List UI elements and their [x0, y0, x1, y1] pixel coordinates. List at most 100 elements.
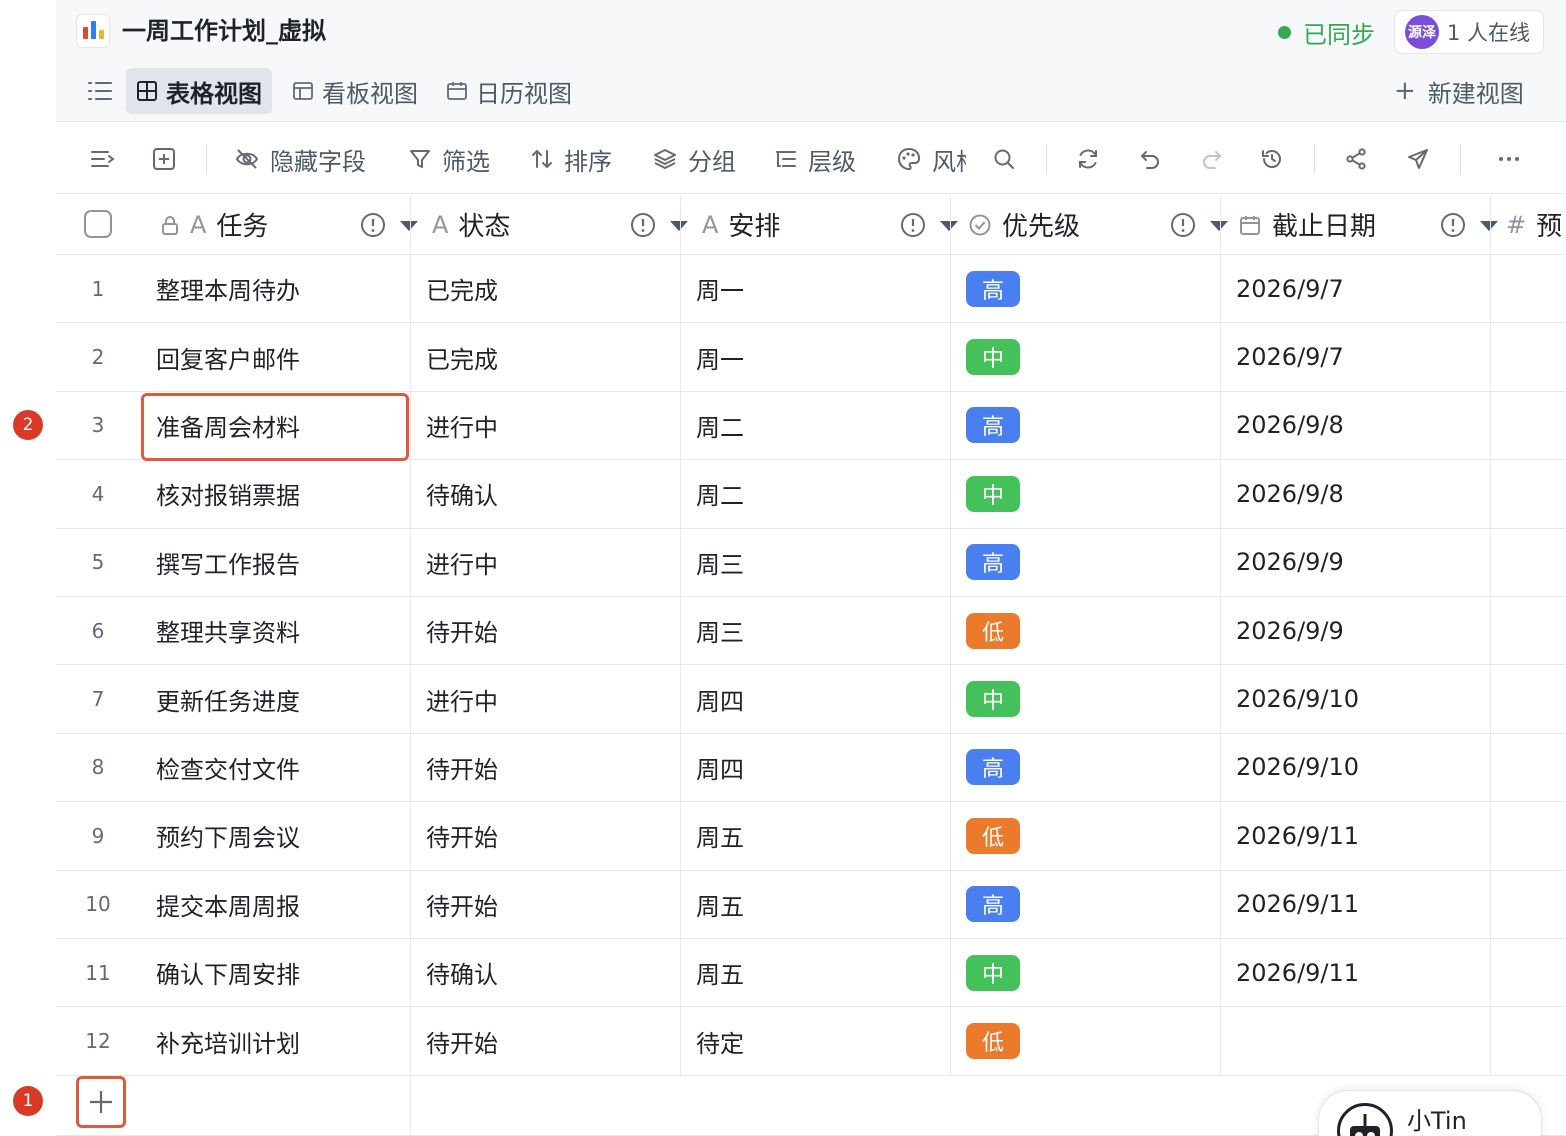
more-button[interactable] — [1496, 141, 1522, 177]
cell-status[interactable]: 已完成 — [426, 255, 676, 322]
cell-schedule[interactable]: 周一 — [696, 323, 946, 390]
cell-task[interactable]: 确认下周安排 — [156, 939, 406, 1006]
chevron-down-icon[interactable] — [938, 219, 960, 233]
cell-status[interactable]: 待确认 — [426, 939, 676, 1006]
cell-schedule[interactable]: 周二 — [696, 460, 946, 527]
table-row[interactable]: 11 确认下周安排 待确认 周五 2026/9/11 中 — [56, 939, 1566, 1008]
cell-task[interactable]: 提交本周周报 — [156, 871, 406, 938]
cell-status[interactable]: 已完成 — [426, 323, 676, 390]
cell-status[interactable]: 待开始 — [426, 734, 676, 801]
cell-due-date[interactable]: 2026/9/9 — [1236, 597, 1486, 664]
cell-due-date[interactable]: 2026/9/10 — [1236, 734, 1486, 801]
list-menu-icon[interactable] — [86, 78, 114, 104]
share-button[interactable] — [1344, 141, 1368, 177]
cell-priority[interactable]: 低 — [966, 1007, 1216, 1074]
cell-priority[interactable]: 高 — [966, 392, 1216, 459]
cell-due-date[interactable]: 2026/9/11 — [1236, 939, 1486, 1006]
chevron-down-icon[interactable] — [1208, 219, 1230, 233]
cell-due-date[interactable]: 2026/9/7 — [1236, 323, 1486, 390]
hide-fields-button[interactable]: 隐藏字段 — [234, 141, 366, 177]
table-row[interactable]: 6 整理共享资料 待开始 周三 2026/9/9 低 — [56, 597, 1566, 666]
cell-task[interactable]: 检查交付文件 — [156, 734, 406, 801]
cell-status[interactable]: 待开始 — [426, 802, 676, 869]
cell-due-date[interactable] — [1236, 1007, 1486, 1074]
tab-table-view[interactable]: 表格视图 — [126, 68, 272, 114]
cell-schedule[interactable]: 周一 — [696, 255, 946, 322]
cell-priority[interactable]: 中 — [966, 323, 1216, 390]
cell-schedule[interactable]: 周三 — [696, 597, 946, 664]
cell-task[interactable]: 撰写工作报告 — [156, 529, 406, 596]
field-info-icon[interactable] — [360, 212, 386, 238]
refresh-button[interactable] — [1076, 141, 1100, 177]
cell-due-date[interactable]: 2026/9/9 — [1236, 529, 1486, 596]
column-header-estimate[interactable]: # 预 — [1506, 195, 1566, 254]
cell-priority[interactable]: 高 — [966, 871, 1216, 938]
cell-status[interactable]: 待确认 — [426, 460, 676, 527]
cell-task[interactable]: 整理本周待办 — [156, 255, 406, 322]
cell-due-date[interactable]: 2026/9/8 — [1236, 392, 1486, 459]
filter-button[interactable]: 筛选 — [408, 141, 490, 177]
group-button[interactable]: 分组 — [652, 141, 736, 177]
online-users-button[interactable]: 源泽 1 人在线 — [1394, 10, 1544, 54]
cell-due-date[interactable]: 2026/9/7 — [1236, 255, 1486, 322]
cell-task[interactable]: 整理共享资料 — [156, 597, 406, 664]
cell-priority[interactable]: 中 — [966, 460, 1216, 527]
cell-task[interactable]: 补充培训计划 — [156, 1007, 406, 1074]
cell-status[interactable]: 待开始 — [426, 1007, 676, 1074]
assistant-widget[interactable]: 小Tin — [1318, 1090, 1542, 1136]
cell-priority[interactable]: 高 — [966, 529, 1216, 596]
column-header-priority[interactable]: 优先级 — [968, 195, 1238, 254]
cell-due-date[interactable]: 2026/9/8 — [1236, 460, 1486, 527]
hierarchy-button[interactable]: 层级 — [774, 141, 856, 177]
chevron-down-icon[interactable] — [1478, 219, 1500, 233]
cell-schedule[interactable]: 周五 — [696, 871, 946, 938]
send-button[interactable] — [1406, 141, 1430, 177]
field-info-icon[interactable] — [1440, 212, 1466, 238]
table-row[interactable]: 8 检查交付文件 待开始 周四 2026/9/10 高 — [56, 734, 1566, 803]
cell-priority[interactable]: 中 — [966, 939, 1216, 1006]
cell-schedule[interactable]: 待定 — [696, 1007, 946, 1074]
table-row[interactable]: 9 预约下周会议 待开始 周五 2026/9/11 低 — [56, 802, 1566, 871]
cell-status[interactable]: 进行中 — [426, 392, 676, 459]
cell-schedule[interactable]: 周四 — [696, 665, 946, 732]
add-row-button[interactable] — [76, 1076, 126, 1128]
table-row[interactable]: 5 撰写工作报告 进行中 周三 2026/9/9 高 — [56, 529, 1566, 597]
cell-priority[interactable]: 高 — [966, 255, 1216, 322]
cell-due-date[interactable]: 2026/9/11 — [1236, 802, 1486, 869]
cell-status[interactable]: 待开始 — [426, 597, 676, 664]
chevron-down-icon[interactable] — [668, 219, 690, 233]
table-row[interactable]: 4 核对报销票据 待确认 周二 2026/9/8 中 — [56, 460, 1566, 529]
tab-kanban-view[interactable]: 看板视图 — [282, 68, 428, 114]
sort-button[interactable]: 排序 — [530, 141, 612, 177]
cell-status[interactable]: 进行中 — [426, 529, 676, 596]
table-row[interactable]: 7 更新任务进度 进行中 周四 2026/9/10 中 — [56, 665, 1566, 734]
cell-task[interactable]: 更新任务进度 — [156, 665, 406, 732]
add-record-button[interactable] — [152, 141, 176, 177]
history-button[interactable] — [1260, 141, 1284, 177]
column-header-status[interactable]: A 状态 — [428, 195, 698, 254]
column-header-due-date[interactable]: 截止日期 — [1238, 195, 1508, 254]
field-info-icon[interactable] — [1170, 212, 1196, 238]
field-info-icon[interactable] — [900, 212, 926, 238]
cell-schedule[interactable]: 周五 — [696, 802, 946, 869]
cell-schedule[interactable]: 周三 — [696, 529, 946, 596]
cell-priority[interactable]: 低 — [966, 802, 1216, 869]
cell-priority[interactable]: 高 — [966, 734, 1216, 801]
cell-due-date[interactable]: 2026/9/11 — [1236, 871, 1486, 938]
table-row[interactable]: 2 回复客户邮件 已完成 周一 2026/9/7 中 — [56, 323, 1566, 392]
column-header-schedule[interactable]: A 安排 — [698, 195, 968, 254]
search-button[interactable] — [992, 141, 1016, 177]
table-row[interactable]: 10 提交本周周报 待开始 周五 2026/9/11 高 — [56, 871, 1566, 939]
expand-rows-button[interactable] — [90, 141, 116, 177]
cell-schedule[interactable]: 周五 — [696, 939, 946, 1006]
select-all-checkbox[interactable] — [84, 210, 112, 238]
cell-status[interactable]: 待开始 — [426, 871, 676, 938]
cell-schedule[interactable]: 周二 — [696, 392, 946, 459]
field-info-icon[interactable] — [630, 212, 656, 238]
tab-calendar-view[interactable]: 日历视图 — [436, 68, 582, 114]
undo-button[interactable] — [1138, 141, 1162, 177]
new-view-button[interactable]: + 新建视图 — [1394, 68, 1524, 114]
doc-title[interactable]: 一周工作计划_虚拟 — [122, 14, 326, 48]
cell-priority[interactable]: 中 — [966, 665, 1216, 732]
cell-status[interactable]: 进行中 — [426, 665, 676, 732]
